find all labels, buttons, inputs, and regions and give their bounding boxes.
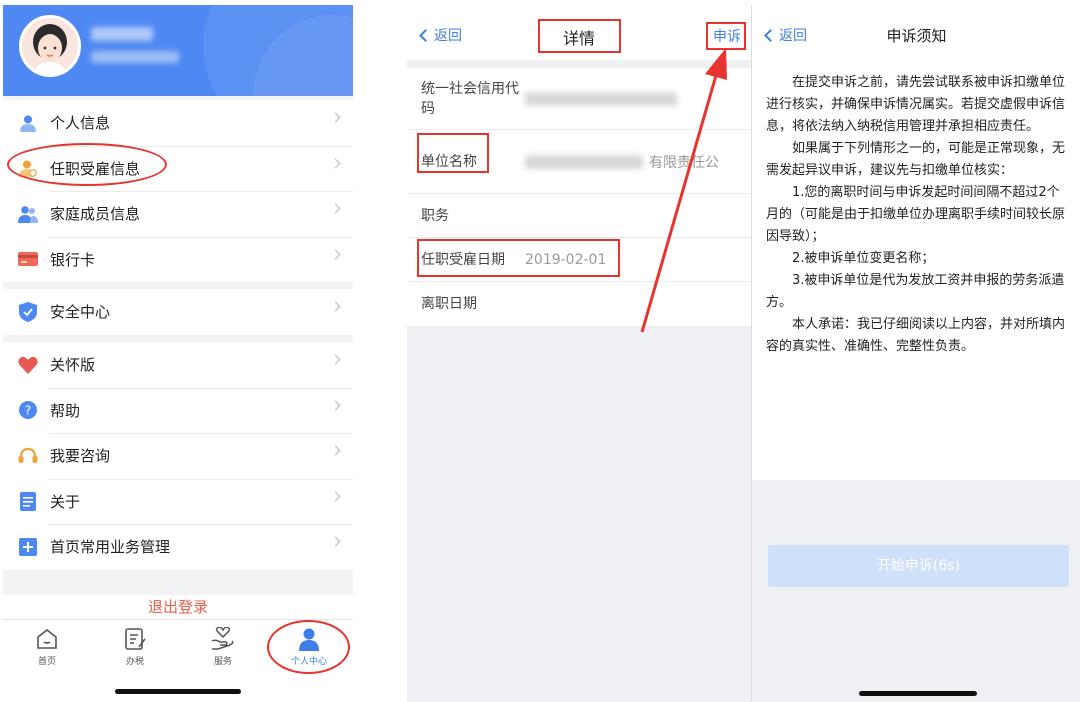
service-icon: [179, 626, 267, 652]
headset-icon: [18, 446, 38, 466]
unit-name-redacted: [525, 154, 643, 169]
menu-item-home-business[interactable]: 首页常用业务管理: [3, 524, 353, 570]
page-title: 申诉须知: [886, 27, 947, 45]
menu-group-personal: 个人信息 任职受雇信息 家庭成员信息 银行卡: [3, 100, 353, 282]
menu-item-personal-info[interactable]: 个人信息: [3, 100, 353, 146]
chevron-right-icon: [330, 400, 341, 410]
notice-paragraph: 本人承诺：我已仔细阅读以上内容，并对所填内容的真实性、准确性、完整性负责。: [766, 317, 1066, 354]
detail-list: 统一社会信用代码 单位名称 有限责任公 职务 任职受雇日期 2019-02-01…: [407, 68, 751, 326]
bank-card-icon: [18, 249, 38, 269]
notice-paragraph: 在提交申诉之前，请先尝试联系被申诉扣缴单位进行核实，并确保申诉情况属实。若提交虚…: [766, 75, 1066, 134]
row-position: 职务: [407, 194, 751, 238]
chevron-right-icon: [330, 536, 341, 547]
row-leave-date: 离职日期: [421, 296, 477, 312]
credit-code-redacted: [525, 91, 677, 106]
shield-icon: [18, 301, 38, 322]
plus-square-icon: [18, 537, 38, 557]
family-icon: [18, 204, 38, 224]
notice-paragraph: 2.被申诉单位变更名称；: [792, 251, 935, 266]
notice-body: 在提交申诉之前，请先尝试联系被申诉扣缴单位进行核实，并确保申诉情况属实。若提交虚…: [752, 60, 1080, 480]
highlight-appeal-button: [706, 22, 746, 50]
menu-group-other: 关怀版 ? 帮助 我要咨询 关于 首页常用业务管理: [3, 342, 353, 570]
notice-paragraph: 1.您的离职时间与申诉发起时间间隔不超过2个月的（可能是由于扣缴单位办理离职手续…: [766, 185, 1066, 244]
tab-home[interactable]: 首页: [3, 626, 91, 667]
chevron-right-icon: [330, 112, 341, 123]
chevron-right-icon: [330, 249, 341, 259]
menu-item-about[interactable]: 关于: [3, 478, 353, 525]
tab-service[interactable]: 服务: [179, 626, 267, 667]
help-icon: ?: [18, 400, 38, 420]
tax-icon: [91, 626, 179, 652]
menu-item-bank-card[interactable]: 银行卡: [3, 236, 353, 283]
home-icon: [3, 626, 91, 652]
notice-navbar: 返回 申诉须知: [752, 5, 1080, 60]
menu-item-security-center[interactable]: 安全中心: [3, 289, 353, 335]
chevron-right-icon: [330, 445, 341, 456]
highlight-title: [538, 19, 621, 53]
menu-item-family-info[interactable]: 家庭成员信息: [3, 191, 353, 237]
home-indicator: [859, 691, 977, 696]
chevron-right-icon: [330, 354, 341, 365]
row-credit-code: 统一社会信用代码: [407, 68, 751, 130]
highlight-hire-date: [417, 239, 620, 277]
chevron-right-icon: [330, 203, 341, 214]
highlight-employment-info: [7, 143, 167, 186]
start-appeal-button[interactable]: 开始申诉(6s): [768, 545, 1069, 587]
menu-item-help[interactable]: ? 帮助: [3, 387, 353, 434]
logout-button[interactable]: 退出登录: [3, 595, 353, 619]
person-icon: [18, 113, 38, 133]
highlight-unit-name: [417, 133, 489, 173]
menu-group-security: 安全中心: [3, 289, 353, 335]
home-indicator: [115, 689, 241, 694]
profile-screen: 个人信息 任职受雇信息 家庭成员信息 银行卡 安全中心 关怀版 ? 帮助 我要咨…: [3, 5, 353, 702]
menu-item-care-mode[interactable]: 关怀版: [3, 342, 353, 388]
tab-tax[interactable]: 办税: [91, 626, 179, 667]
id-redacted: [91, 51, 179, 63]
menu-item-consult[interactable]: 我要咨询: [3, 433, 353, 479]
avatar[interactable]: [19, 15, 81, 77]
appeal-notice-screen: 返回 申诉须知 在提交申诉之前，请先尝试联系被申诉扣缴单位进行核实，并确保申诉情…: [751, 5, 1080, 702]
svg-text:?: ?: [25, 404, 31, 418]
details-screen: 返回 详情 申诉 统一社会信用代码 单位名称 有限责任公 职务 任职受雇日期 2…: [407, 5, 751, 702]
name-redacted: [91, 27, 153, 41]
profile-header: [3, 5, 353, 96]
notice-paragraph: 如果属于下列情形之一的，可能是正常现象，无需发起异议申诉，建议先与扣缴单位核实：: [766, 141, 1066, 178]
chevron-right-icon: [330, 301, 341, 312]
chevron-right-icon: [330, 158, 341, 168]
highlight-user-center-tab: [267, 620, 350, 674]
notice-paragraph: 3.被申诉单位是代为发放工资并申报的劳务派遣方。: [766, 273, 1065, 310]
heart-icon: [18, 355, 38, 375]
document-icon: [18, 491, 38, 511]
chevron-right-icon: [330, 491, 341, 501]
